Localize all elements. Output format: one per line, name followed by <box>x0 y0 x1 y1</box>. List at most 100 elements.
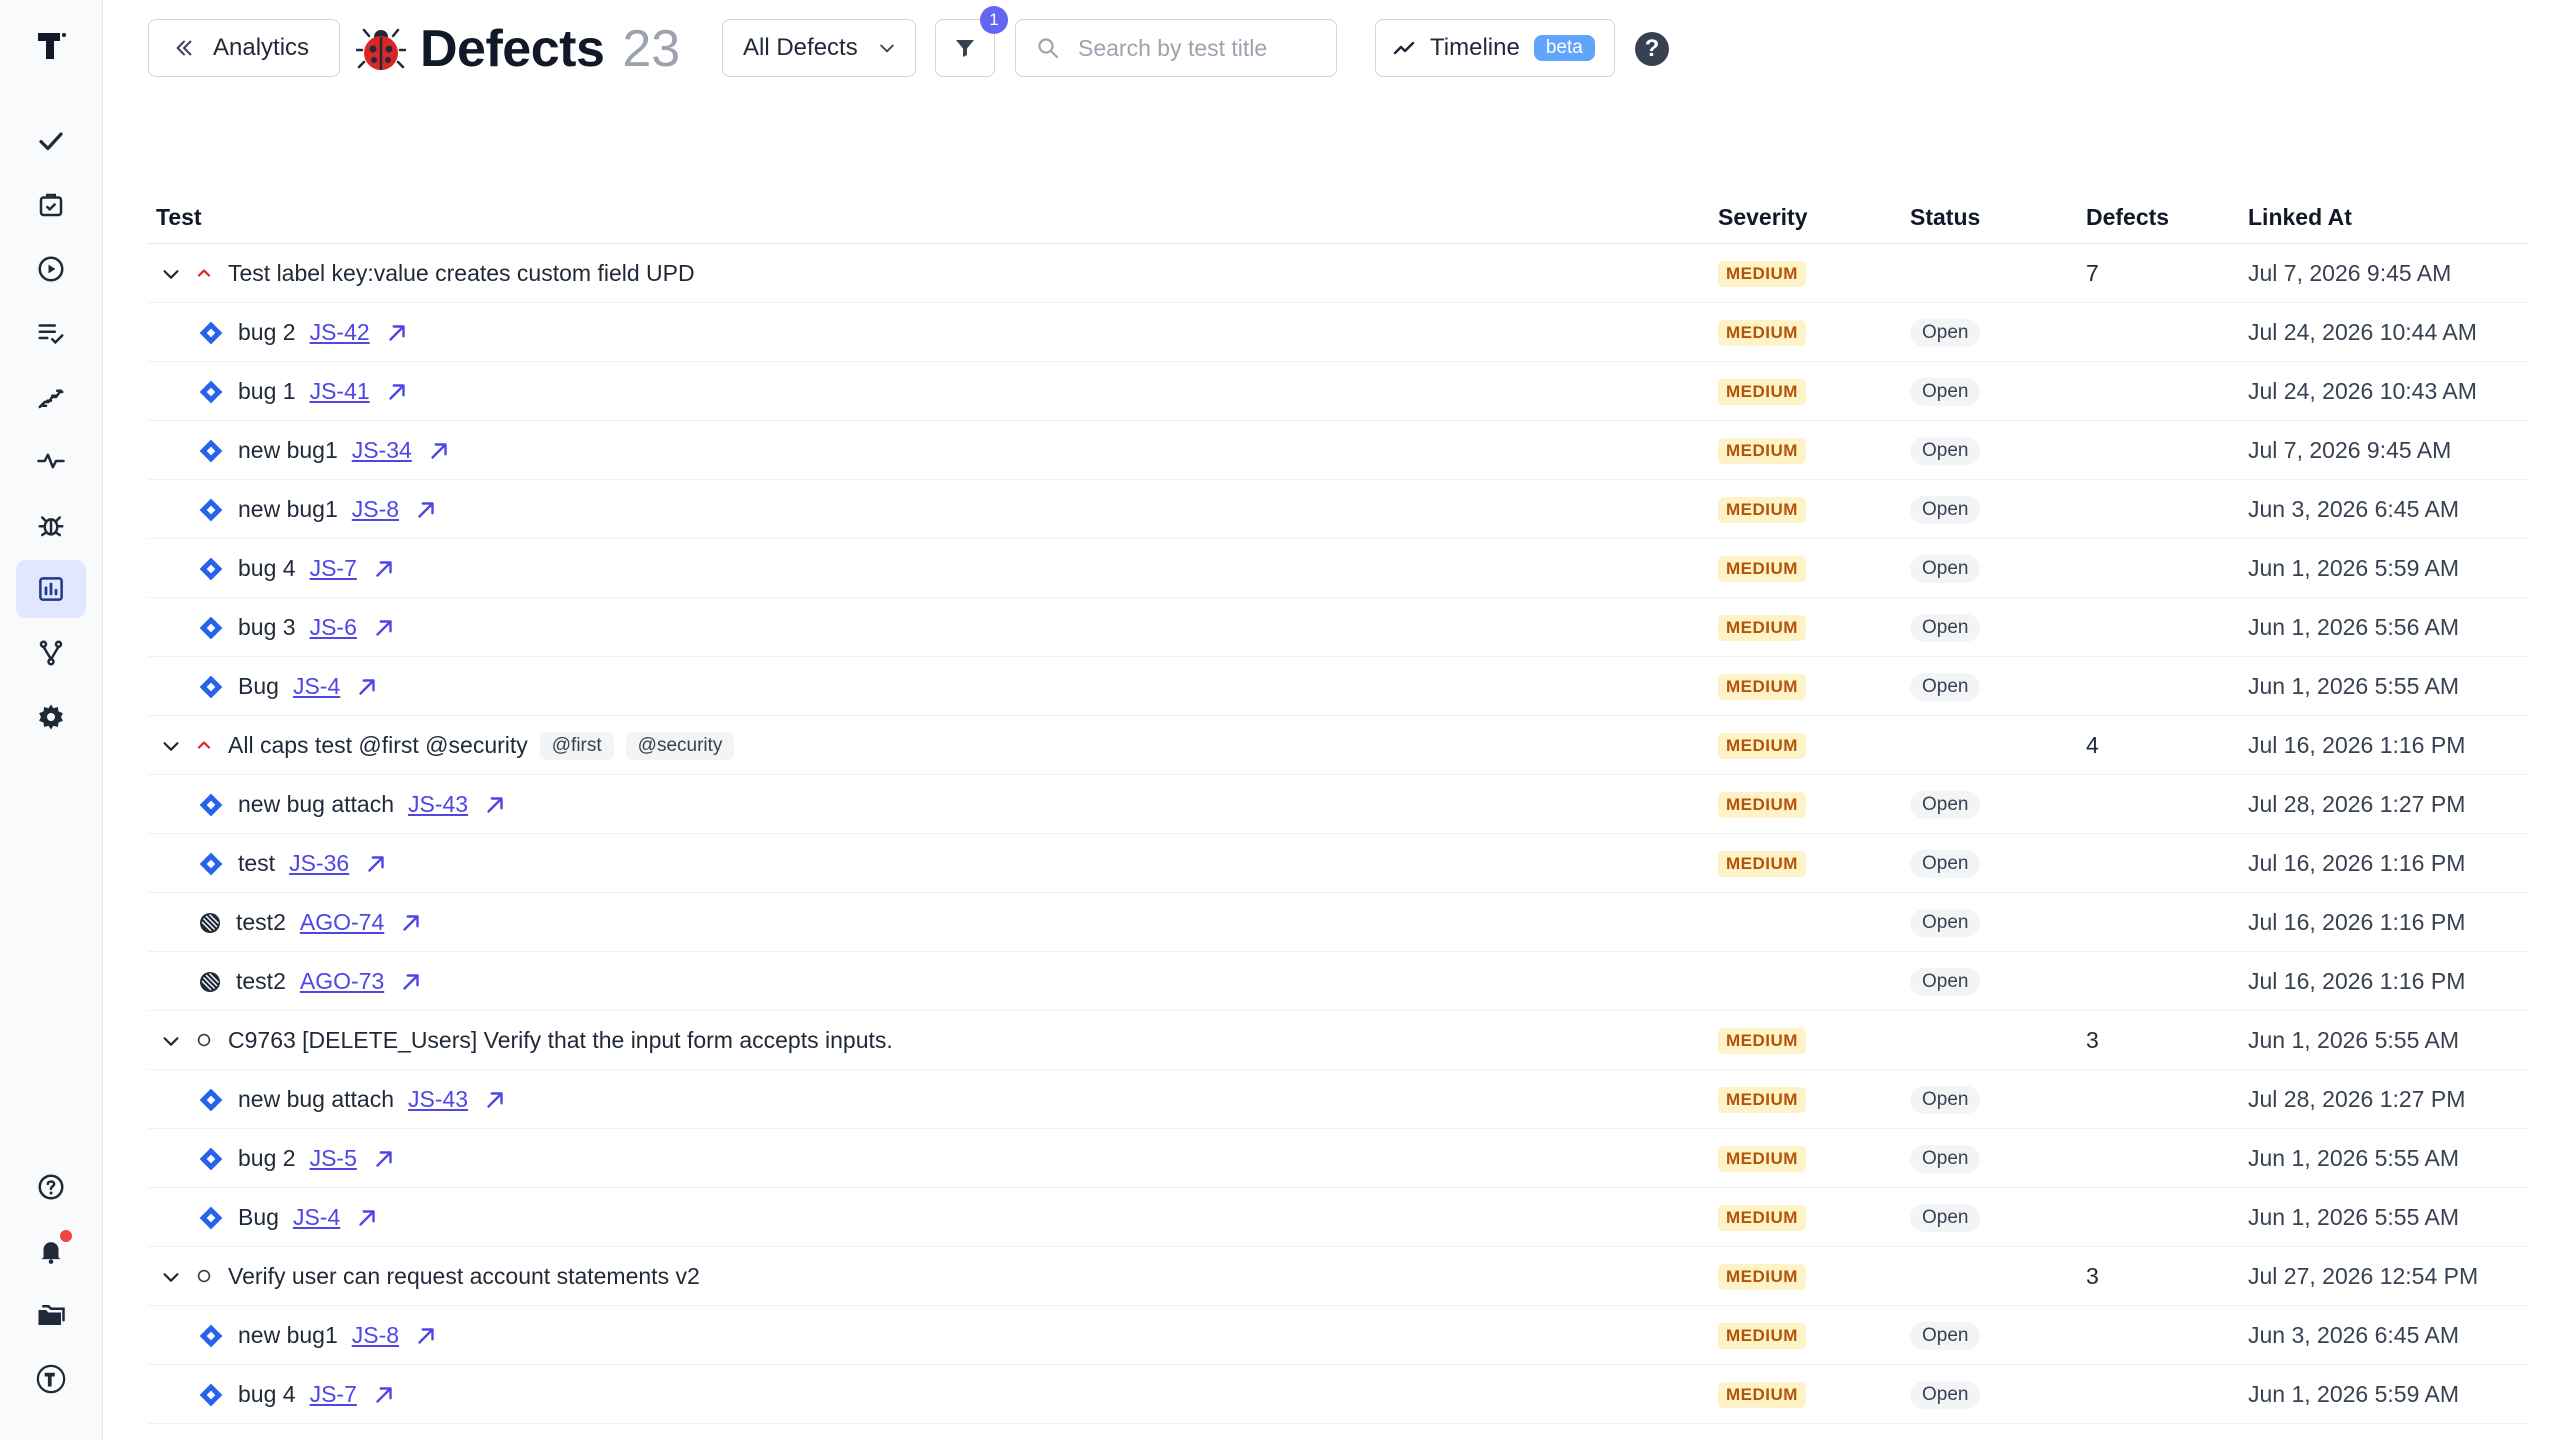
issue-key-link[interactable]: JS-5 <box>310 1145 357 1172</box>
issue-key-link[interactable]: JS-34 <box>352 437 412 464</box>
issue-key-link[interactable]: JS-36 <box>289 850 349 877</box>
external-link-icon[interactable] <box>482 1087 508 1113</box>
test-group-row[interactable]: All caps test @first @security @first @sec… <box>148 716 2528 775</box>
external-link-icon[interactable] <box>354 1205 380 1231</box>
column-header-status[interactable]: Status <box>1910 204 1980 231</box>
chevron-down-icon[interactable] <box>160 735 182 757</box>
external-link-icon[interactable] <box>398 910 424 936</box>
external-link-icon[interactable] <box>371 1146 397 1172</box>
help-button[interactable]: ? <box>1635 32 1669 66</box>
column-header-defects[interactable]: Defects <box>2086 204 2169 231</box>
chevron-down-icon[interactable] <box>160 263 182 285</box>
issue-key-link[interactable]: JS-4 <box>293 673 340 700</box>
external-link-icon[interactable] <box>371 615 397 641</box>
issue-key-link[interactable]: JS-7 <box>310 1381 357 1408</box>
stairs-icon <box>38 389 64 409</box>
issue-key-link[interactable]: JS-8 <box>352 496 399 523</box>
defect-row[interactable]: Bug JS-4 MEDIUM Open Jun 1, 2026 5:55 AM <box>148 657 2528 716</box>
defect-row[interactable]: bug 2 JS-42 MEDIUM Open Jul 24, 2026 10:44 A… <box>148 303 2528 362</box>
severity-cell: MEDIUM <box>1718 1424 1806 1440</box>
issue-key-link[interactable]: JS-8 <box>352 1322 399 1349</box>
defect-row[interactable]: new bug1 JS-8 MEDIUM Open Jun 3, 2026 6:45 A… <box>148 480 2528 539</box>
defect-row[interactable]: bug 2 JS-5 MEDIUM Open Jun 1, 2026 5:55 AM <box>148 1129 2528 1188</box>
defect-row[interactable]: new bug1 JS-8 MEDIUM Open Jun 3, 2026 6:45 A… <box>148 1306 2528 1365</box>
sidebar-item-help[interactable] <box>16 1158 86 1216</box>
defect-cell: new bug1 JS-8 <box>148 1306 439 1365</box>
user-avatar[interactable] <box>16 1350 86 1408</box>
issue-key-link[interactable]: JS-43 <box>408 791 468 818</box>
defect-name: new bug1 <box>238 437 338 463</box>
issue-key-link[interactable]: JS-6 <box>310 614 357 641</box>
sidebar-item-runs[interactable] <box>16 240 86 298</box>
sidebar-item-projects[interactable] <box>16 1286 86 1344</box>
status-cell: Open <box>1910 598 1981 657</box>
external-link-icon[interactable] <box>354 674 380 700</box>
issue-key-link[interactable]: JS-42 <box>310 319 370 346</box>
defect-row[interactable]: bug 3JS-6MEDIUMOpenJun 1, 2026 5:56 AM <box>148 1424 2528 1440</box>
test-group-row[interactable]: Test label key:value creates custom fiel… <box>148 244 2528 303</box>
external-link-icon[interactable] <box>371 1382 397 1408</box>
severity-cell: MEDIUM <box>1718 421 1806 480</box>
linked-at-cell: Jun 1, 2026 5:59 AM <box>2248 1381 2459 1407</box>
defect-row[interactable]: bug 4 JS-7 MEDIUM Open Jun 1, 2026 5:59 AM <box>148 1365 2528 1424</box>
sidebar-item-checklists[interactable] <box>16 304 86 362</box>
sidebar-item-tests[interactable] <box>16 112 86 170</box>
external-link-icon[interactable] <box>371 556 397 582</box>
defect-row[interactable]: new bug attach JS-43 MEDIUM Open Jul 28, 202… <box>148 775 2528 834</box>
defect-row[interactable]: new bug1 JS-34 MEDIUM Open Jul 7, 2026 9:45 … <box>148 421 2528 480</box>
defects-count-cell: 7 <box>2086 260 2099 286</box>
test-title[interactable]: Verify user can request account statemen… <box>228 1263 700 1290</box>
external-link-icon[interactable] <box>384 379 410 405</box>
chevron-down-icon[interactable] <box>160 1266 182 1288</box>
search-field[interactable] <box>1015 19 1337 77</box>
sidebar-item-steps[interactable] <box>16 368 86 426</box>
test-title[interactable]: All caps test @first @security <box>228 732 528 759</box>
defect-name: Bug <box>238 1204 279 1230</box>
defect-name: bug 4 <box>238 1381 296 1407</box>
app-logo-icon[interactable] <box>31 26 71 66</box>
status-cell: Open <box>1910 1129 1981 1188</box>
defect-row[interactable]: test2 AGO-74 Open Jul 16, 2026 1:16 PM <box>148 893 2528 952</box>
test-cell: Test label key:value creates custom fiel… <box>148 244 695 303</box>
test-title[interactable]: C9763 [DELETE_Users] Verify that the inp… <box>228 1027 893 1054</box>
external-link-icon[interactable] <box>413 1323 439 1349</box>
external-link-icon[interactable] <box>413 497 439 523</box>
defects-filter-select[interactable]: All Defects <box>722 19 916 77</box>
issue-key-link[interactable]: JS-41 <box>310 378 370 405</box>
issue-key-link[interactable]: JS-43 <box>408 1086 468 1113</box>
issue-key-link[interactable]: AGO-74 <box>300 909 384 936</box>
issue-key-link[interactable]: JS-4 <box>293 1204 340 1231</box>
sidebar-item-settings[interactable] <box>16 688 86 746</box>
sidebar-item-pulse[interactable] <box>16 432 86 490</box>
test-group-row[interactable]: Verify user can request account statemen… <box>148 1247 2528 1306</box>
external-link-icon[interactable] <box>363 851 389 877</box>
defect-row[interactable]: test JS-36 MEDIUM Open Jul 16, 2026 1:16 PM <box>148 834 2528 893</box>
external-link-icon[interactable] <box>426 438 452 464</box>
issue-key-link[interactable]: JS-7 <box>310 555 357 582</box>
back-to-analytics-button[interactable]: Analytics <box>148 19 340 77</box>
column-header-test[interactable]: Test <box>156 204 202 231</box>
sidebar-item-branches[interactable] <box>16 624 86 682</box>
sidebar-item-notifications[interactable] <box>16 1222 86 1280</box>
defect-row[interactable]: test2 AGO-73 Open Jul 16, 2026 1:16 PM <box>148 952 2528 1011</box>
timeline-button[interactable]: Timeline beta <box>1375 19 1615 77</box>
column-header-linked-at[interactable]: Linked At <box>2248 204 2352 231</box>
defect-row[interactable]: bug 3JS-6MEDIUMOpenJun 1, 2026 5:56 AM <box>148 598 2528 657</box>
sidebar-item-plans[interactable] <box>16 176 86 234</box>
sidebar-item-defects[interactable] <box>16 496 86 554</box>
linked-at-cell: Jul 16, 2026 1:16 PM <box>2248 850 2466 876</box>
chevron-down-icon[interactable] <box>160 1030 182 1052</box>
defect-row[interactable]: bug 1 JS-41 MEDIUM Open Jul 24, 2026 10:43 A… <box>148 362 2528 421</box>
defect-row[interactable]: new bug attach JS-43 MEDIUM Open Jul 28, 202… <box>148 1070 2528 1129</box>
external-link-icon[interactable] <box>398 969 424 995</box>
sidebar-item-analytics[interactable] <box>16 560 86 618</box>
search-input[interactable] <box>1078 34 1318 62</box>
external-link-icon[interactable] <box>384 320 410 346</box>
test-group-row[interactable]: C9763 [DELETE_Users] Verify that the inp… <box>148 1011 2528 1070</box>
external-link-icon[interactable] <box>482 792 508 818</box>
defect-row[interactable]: bug 4 JS-7 MEDIUM Open Jun 1, 2026 5:59 AM <box>148 539 2528 598</box>
issue-key-link[interactable]: AGO-73 <box>300 968 384 995</box>
defect-row[interactable]: Bug JS-4 MEDIUM Open Jun 1, 2026 5:55 AM <box>148 1188 2528 1247</box>
column-header-severity[interactable]: Severity <box>1718 204 1808 231</box>
test-title[interactable]: Test label key:value creates custom fiel… <box>228 260 695 287</box>
